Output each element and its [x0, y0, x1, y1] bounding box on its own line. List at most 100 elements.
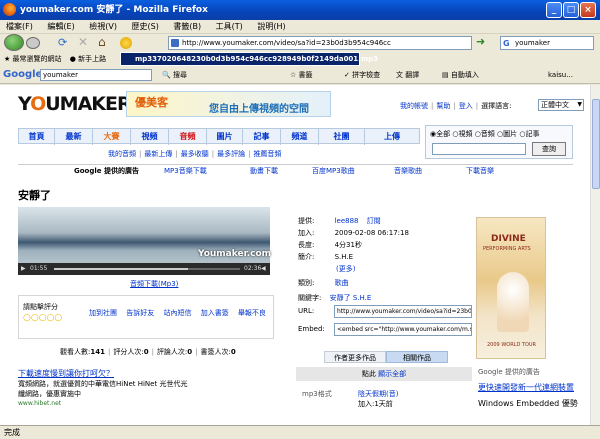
download-tooltip[interactable]: mp337020648230b0d3b954c946cc928949b0f214… — [120, 52, 378, 66]
embed-code-field[interactable]: <embed src="http://www.youmaker.com/m.s — [334, 323, 472, 336]
site-search-input[interactable] — [432, 143, 526, 155]
subscribe-link[interactable]: 訂閱 — [367, 217, 381, 225]
right-ad-title[interactable]: 更快速開發新一代連網裝置 — [478, 383, 588, 393]
volume-icon[interactable]: ◀ — [261, 263, 266, 275]
tab-upload[interactable]: 上傳 — [365, 129, 419, 145]
raters-value: 0 — [143, 348, 149, 356]
show-all-link[interactable]: 顯示全部 — [378, 370, 406, 378]
close-button[interactable]: × — [580, 2, 596, 18]
scrollbar-thumb[interactable] — [592, 99, 600, 189]
google-bookmarks-button[interactable]: ☆ 書籤 — [290, 66, 313, 84]
tab-groups[interactable]: 社團 — [319, 129, 365, 145]
player-time-total: 02:36 — [244, 265, 262, 272]
player-progress-track[interactable] — [54, 268, 240, 270]
url-text: http://www.youmaker.com/video/sa?id=23b0… — [182, 39, 391, 47]
tab-home[interactable]: 首頁 — [19, 129, 55, 145]
home-icon[interactable]: ⌂ — [98, 35, 106, 49]
download-mp3-link[interactable]: 音頻下載(Mp3) — [130, 279, 178, 289]
provider-label: 提供: — [298, 217, 315, 225]
tab-audio[interactable]: 音頻 — [169, 129, 207, 145]
bottom-ad[interactable]: 下載速度慢到讓你打呵欠？ 寬頻網路，就選優質的中華電信HiNet HiNet 光… — [18, 369, 274, 409]
add-bookmark-link[interactable]: 加入書簽 — [201, 309, 229, 317]
tab-contest[interactable]: 大賽 — [93, 129, 131, 145]
search-opt-video[interactable]: ○視頻 — [452, 130, 472, 138]
tab-video[interactable]: 視頻 — [131, 129, 169, 145]
bookmark-getting-started[interactable]: ● 新手上路 — [70, 55, 106, 63]
subnav-latest[interactable]: 最新上傳 — [144, 150, 172, 158]
related-tab[interactable]: 相關作品 — [386, 351, 448, 363]
list-item[interactable]: 陰天假期(音) 加入:1天前 — [358, 389, 398, 409]
provider-link[interactable]: lee888 — [335, 217, 359, 225]
subnav-most-commented[interactable]: 最多評論 — [217, 150, 245, 158]
autofill-button[interactable]: ▤ 自動填入 — [442, 66, 479, 84]
tab-latest[interactable]: 最新 — [55, 129, 93, 145]
search-engine-box[interactable]: G youmaker — [500, 36, 594, 50]
menu-bookmarks[interactable]: 書籤(B) — [173, 22, 201, 31]
author-more-tab[interactable]: 作者更多作品 — [324, 351, 386, 363]
report-link[interactable]: 舉報不良 — [238, 309, 266, 317]
tab-images[interactable]: 圖片 — [207, 129, 243, 145]
go-icon[interactable]: ➜ — [476, 35, 485, 48]
subnav-my-audio[interactable]: 我的音頻 — [108, 150, 136, 158]
rating-stars[interactable]: ○○○○○ — [23, 313, 62, 323]
menu-view[interactable]: 檢視(V) — [89, 22, 117, 31]
addon-icon[interactable] — [120, 37, 132, 49]
list-item-title[interactable]: 陰天假期(音) — [358, 389, 398, 399]
add-to-group-link[interactable]: 加到社團 — [89, 309, 117, 317]
forward-icon[interactable] — [26, 37, 40, 49]
bookmark-most-visited[interactable]: ★ 最常瀏覽的網站 — [4, 55, 62, 63]
site-banner[interactable]: 優美客 您自由上傳視頻的空間 — [126, 91, 331, 117]
url-bar[interactable]: http://www.youmaker.com/video/sa?id=23b0… — [168, 36, 472, 50]
info-provider-row: 提供: lee888 訂閱 — [298, 215, 474, 227]
spellcheck-button[interactable]: ✓ 拼字檢查 — [344, 66, 380, 84]
bottom-ad-title[interactable]: 下載速度慢到讓你打呵欠？ — [18, 369, 274, 379]
menu-help[interactable]: 說明(H) — [257, 22, 285, 31]
ad-link-5[interactable]: 下載音樂 — [466, 165, 494, 177]
stop-icon[interactable]: ✕ — [78, 35, 88, 49]
audio-player[interactable]: Youmaker.com ▶ 01:55 02:36 ◀ — [18, 207, 271, 275]
search-opt-all[interactable]: ◉全部 — [430, 130, 450, 138]
category-link[interactable]: 歌曲 — [335, 279, 349, 287]
info-intro-row: 簡介: S.H.E — [298, 251, 474, 263]
url-label: URL: — [298, 307, 315, 315]
more-link[interactable]: (更多) — [336, 263, 474, 275]
menu-tools[interactable]: 工具(T) — [216, 22, 243, 31]
search-opt-image[interactable]: ○圖片 — [497, 130, 517, 138]
ad-link-4[interactable]: 音樂歌曲 — [394, 165, 422, 177]
search-opt-audio[interactable]: ○音頻 — [475, 130, 495, 138]
minimize-button[interactable]: _ — [546, 2, 562, 18]
subnav-most-listened[interactable]: 最多收聽 — [181, 150, 209, 158]
ad-link-3[interactable]: 百度MP3歌曲 — [312, 165, 355, 177]
search-opt-notes[interactable]: ○記事 — [519, 130, 539, 138]
site-search-button[interactable]: 查詢 — [532, 142, 566, 156]
user-account[interactable]: kaisu... — [548, 66, 573, 84]
menu-file[interactable]: 檔案(F) — [6, 22, 33, 31]
bottom-ad-url[interactable]: www.hibet.net — [18, 399, 274, 409]
vertical-scrollbar[interactable] — [590, 85, 600, 425]
back-icon[interactable] — [4, 34, 24, 51]
ad-link-1[interactable]: MP3音樂下載 — [164, 165, 207, 177]
tell-friend-link[interactable]: 告訴好友 — [126, 309, 154, 317]
side-ad-banner[interactable]: DIVINE PERFORMING ARTS 2009 WORLD TOUR — [476, 217, 546, 359]
google-search-button[interactable]: 🔍 搜尋 — [162, 66, 187, 84]
ad-link-2[interactable]: 動畫下載 — [250, 165, 278, 177]
language-select[interactable]: 正體中文 ▼ — [538, 99, 584, 111]
menu-edit[interactable]: 編輯(E) — [47, 22, 74, 31]
login-link[interactable]: 登入 — [459, 102, 473, 110]
play-icon[interactable]: ▶ — [21, 263, 26, 275]
share-url-field[interactable]: http://www.youmaker.com/video/sa?id=23b0… — [334, 305, 472, 318]
help-link[interactable]: 幫助 — [436, 102, 450, 110]
length-label: 長度: — [298, 241, 315, 249]
my-account-link[interactable]: 我的帳號 — [400, 102, 428, 110]
youmaker-logo[interactable]: YOUMAKER — [18, 93, 132, 115]
reload-icon[interactable]: ⟳ — [58, 36, 67, 49]
keywords-link[interactable]: 安靜了 S.H.E — [330, 294, 372, 302]
subnav-recommended[interactable]: 推薦音頻 — [253, 150, 281, 158]
google-toolbar-search[interactable]: youmaker — [40, 69, 152, 81]
maximize-button[interactable]: □ — [563, 2, 579, 18]
tab-notes[interactable]: 記事 — [243, 129, 281, 145]
translate-button[interactable]: 文 翻譯 — [396, 66, 419, 84]
menu-history[interactable]: 歷史(S) — [132, 22, 159, 31]
tab-channels[interactable]: 頻道 — [281, 129, 319, 145]
message-link[interactable]: 站內短信 — [163, 309, 191, 317]
